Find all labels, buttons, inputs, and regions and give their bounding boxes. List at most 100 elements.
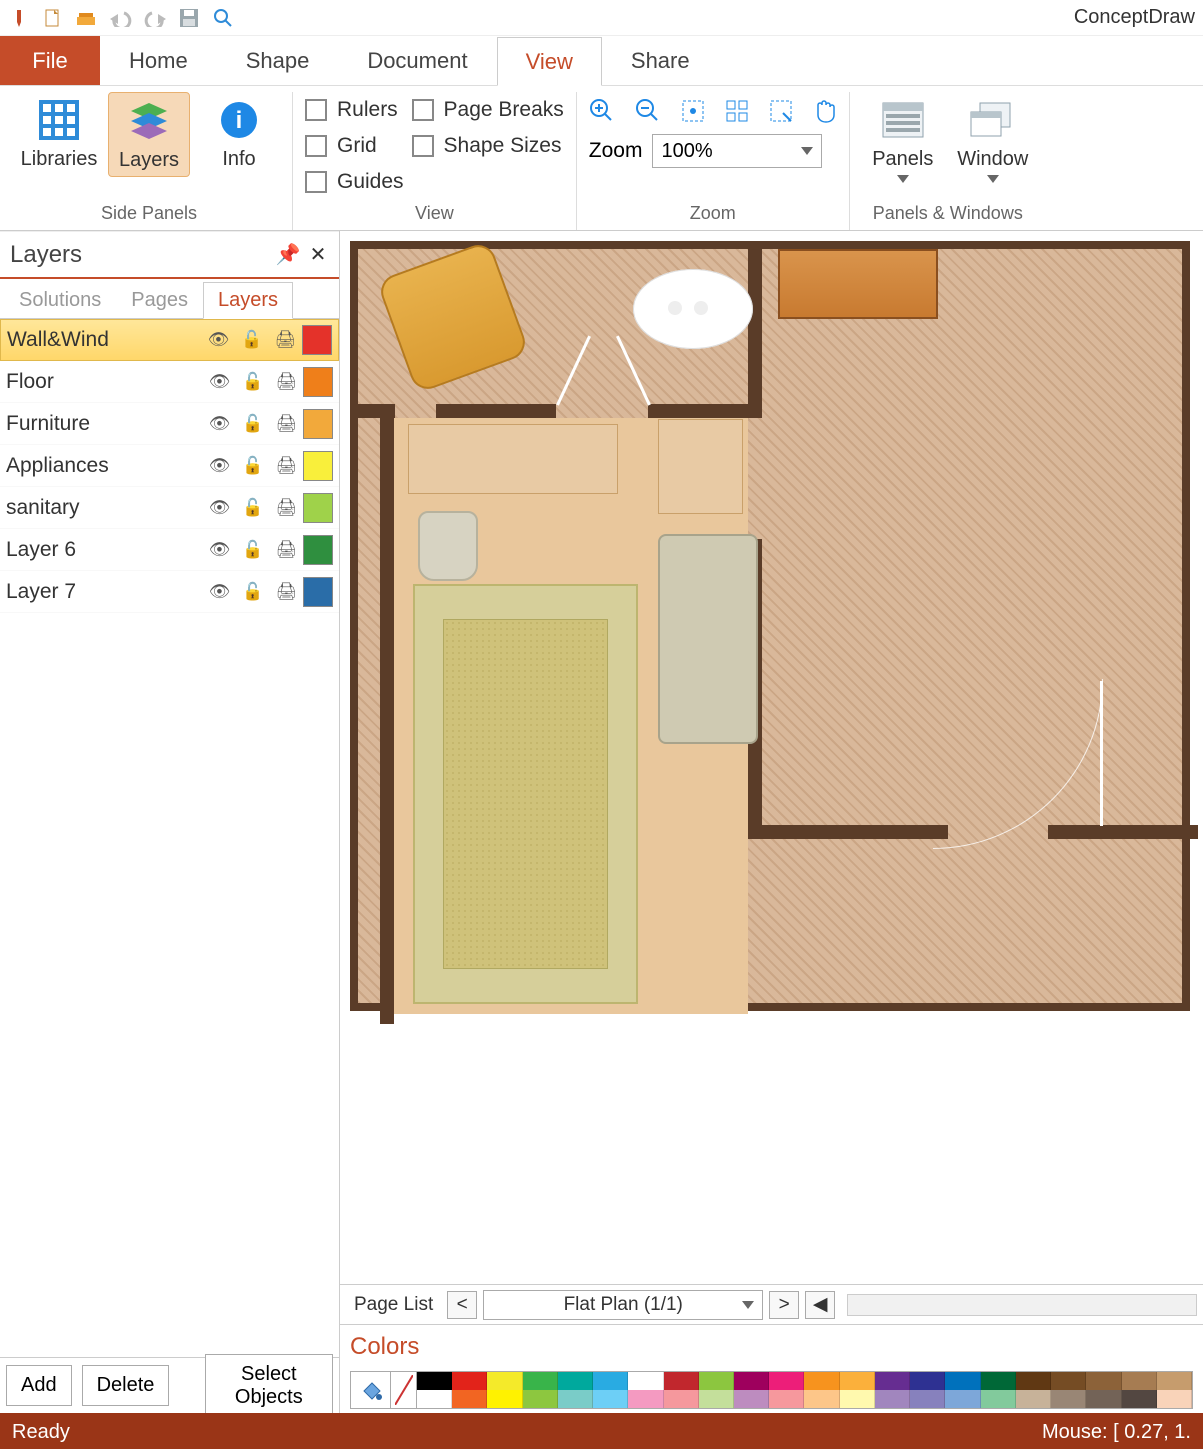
eye-icon[interactable]: 👁 bbox=[209, 498, 231, 518]
horizontal-scrollbar[interactable] bbox=[847, 1294, 1197, 1316]
color-swatch[interactable] bbox=[558, 1390, 593, 1408]
color-swatch[interactable] bbox=[1086, 1390, 1121, 1408]
page-prev-button[interactable]: < bbox=[447, 1291, 477, 1319]
color-swatch[interactable] bbox=[699, 1372, 734, 1390]
color-swatch[interactable] bbox=[628, 1390, 663, 1408]
layer-row[interactable]: Layer 6👁🔓🖨 bbox=[0, 529, 339, 571]
page-next-button[interactable]: > bbox=[769, 1291, 799, 1319]
color-swatch[interactable] bbox=[417, 1390, 452, 1408]
eye-icon[interactable]: 👁 bbox=[209, 540, 231, 560]
find-icon[interactable] bbox=[212, 7, 234, 29]
eye-icon[interactable]: 👁 bbox=[209, 456, 231, 476]
color-swatch[interactable] bbox=[1051, 1390, 1086, 1408]
layers-button[interactable]: Layers bbox=[108, 92, 190, 177]
save-icon[interactable] bbox=[178, 7, 200, 29]
eye-icon[interactable]: 👁 bbox=[209, 372, 231, 392]
libraries-button[interactable]: Libraries bbox=[18, 92, 100, 175]
lock-icon[interactable]: 🔓 bbox=[242, 582, 263, 602]
info-button[interactable]: i Info bbox=[198, 92, 280, 175]
layer-color-swatch[interactable] bbox=[303, 451, 333, 481]
color-swatch[interactable] bbox=[593, 1372, 628, 1390]
color-swatch[interactable] bbox=[1016, 1390, 1051, 1408]
panels-button[interactable]: Panels bbox=[862, 92, 944, 187]
window-button[interactable]: Window bbox=[952, 92, 1034, 187]
color-swatch[interactable] bbox=[945, 1390, 980, 1408]
eye-icon[interactable]: 👁 bbox=[209, 582, 231, 602]
panel-tab-layers[interactable]: Layers bbox=[203, 282, 293, 319]
color-swatch[interactable] bbox=[734, 1372, 769, 1390]
close-icon[interactable]: ✕ bbox=[307, 244, 329, 266]
check-grid[interactable]: Grid bbox=[305, 134, 404, 158]
color-swatch[interactable] bbox=[593, 1390, 628, 1408]
print-icon[interactable]: 🖨 bbox=[275, 582, 297, 602]
color-swatch[interactable] bbox=[1051, 1372, 1086, 1390]
layer-row[interactable]: Floor👁🔓🖨 bbox=[0, 361, 339, 403]
new-file-icon[interactable] bbox=[42, 7, 64, 29]
layer-row[interactable]: Furniture👁🔓🖨 bbox=[0, 403, 339, 445]
canvas[interactable] bbox=[340, 231, 1203, 1284]
color-swatch[interactable] bbox=[875, 1372, 910, 1390]
layer-row[interactable]: Layer 7👁🔓🖨 bbox=[0, 571, 339, 613]
undo-icon[interactable] bbox=[110, 7, 132, 29]
paint-bucket-icon[interactable] bbox=[351, 1372, 391, 1408]
color-swatch[interactable] bbox=[664, 1390, 699, 1408]
lock-icon[interactable]: 🔓 bbox=[242, 414, 263, 434]
color-swatch[interactable] bbox=[664, 1372, 699, 1390]
print-icon[interactable]: 🖨 bbox=[275, 540, 297, 560]
layer-color-swatch[interactable] bbox=[303, 493, 333, 523]
check-page-breaks[interactable]: Page Breaks bbox=[412, 98, 564, 122]
print-icon[interactable]: 🖨 bbox=[275, 498, 297, 518]
color-swatch[interactable] bbox=[945, 1372, 980, 1390]
eye-icon[interactable]: 👁 bbox=[209, 414, 231, 434]
tab-share[interactable]: Share bbox=[602, 36, 719, 85]
color-swatch[interactable] bbox=[840, 1372, 875, 1390]
color-swatch[interactable] bbox=[487, 1372, 522, 1390]
zoom-region-icon[interactable] bbox=[769, 99, 793, 123]
color-swatch[interactable] bbox=[875, 1390, 910, 1408]
color-swatch[interactable] bbox=[769, 1390, 804, 1408]
layer-color-swatch[interactable] bbox=[303, 409, 333, 439]
print-icon[interactable]: 🖨 bbox=[275, 414, 297, 434]
file-tab[interactable]: File bbox=[0, 36, 100, 85]
print-icon[interactable]: 🖨 bbox=[275, 456, 297, 476]
color-swatch[interactable] bbox=[840, 1390, 875, 1408]
tab-document[interactable]: Document bbox=[338, 36, 496, 85]
pin-icon[interactable]: 📌 bbox=[277, 244, 299, 266]
lock-icon[interactable]: 🔓 bbox=[241, 330, 262, 350]
color-swatch[interactable] bbox=[734, 1390, 769, 1408]
color-swatch[interactable] bbox=[523, 1390, 558, 1408]
zoom-in-icon[interactable] bbox=[589, 98, 615, 124]
tab-shape[interactable]: Shape bbox=[217, 36, 339, 85]
check-guides[interactable]: Guides bbox=[305, 170, 404, 194]
zoom-select[interactable]: 100% bbox=[652, 134, 822, 168]
print-icon[interactable]: 🖨 bbox=[275, 372, 297, 392]
color-swatch[interactable] bbox=[1122, 1372, 1157, 1390]
color-swatch[interactable] bbox=[804, 1390, 839, 1408]
color-swatch[interactable] bbox=[910, 1390, 945, 1408]
color-swatch[interactable] bbox=[487, 1390, 522, 1408]
zoom-fit-icon[interactable] bbox=[681, 99, 705, 123]
color-swatch[interactable] bbox=[1157, 1372, 1192, 1390]
layer-color-swatch[interactable] bbox=[303, 577, 333, 607]
pencil-icon[interactable] bbox=[8, 7, 30, 29]
lock-icon[interactable]: 🔓 bbox=[242, 498, 263, 518]
add-button[interactable]: Add bbox=[6, 1365, 72, 1406]
no-color-icon[interactable] bbox=[391, 1372, 417, 1408]
color-swatch[interactable] bbox=[910, 1372, 945, 1390]
panel-tab-solutions[interactable]: Solutions bbox=[4, 282, 116, 318]
layer-color-swatch[interactable] bbox=[303, 535, 333, 565]
color-swatch[interactable] bbox=[558, 1372, 593, 1390]
hscroll-left-button[interactable]: ◀ bbox=[805, 1291, 835, 1319]
color-swatch[interactable] bbox=[452, 1372, 487, 1390]
color-swatch[interactable] bbox=[1122, 1390, 1157, 1408]
tab-view[interactable]: View bbox=[497, 37, 602, 86]
pan-hand-icon[interactable] bbox=[813, 98, 837, 124]
open-icon[interactable] bbox=[76, 7, 98, 29]
layer-color-swatch[interactable] bbox=[302, 325, 332, 355]
color-swatch[interactable] bbox=[804, 1372, 839, 1390]
layer-color-swatch[interactable] bbox=[303, 367, 333, 397]
color-swatch[interactable] bbox=[981, 1372, 1016, 1390]
delete-button[interactable]: Delete bbox=[82, 1365, 170, 1406]
color-swatch[interactable] bbox=[981, 1390, 1016, 1408]
color-swatch[interactable] bbox=[1157, 1390, 1192, 1408]
